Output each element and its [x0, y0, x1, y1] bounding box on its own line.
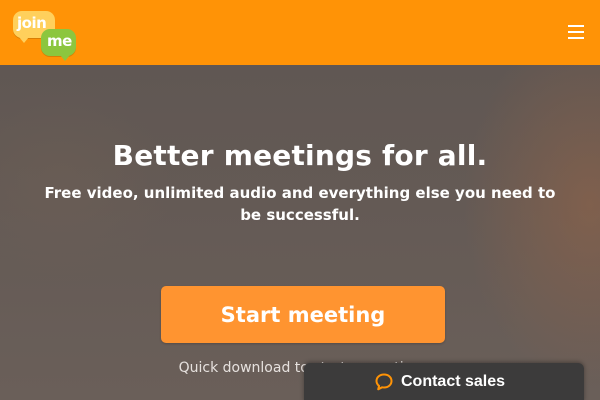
menu-line	[568, 31, 584, 33]
contact-sales-tab[interactable]: Contact sales	[304, 363, 584, 400]
logo-word-me: me	[47, 32, 72, 50]
joinme-logo[interactable]: join me	[13, 11, 77, 61]
hamburger-menu-icon[interactable]	[566, 22, 586, 42]
contact-sales-label: Contact sales	[401, 373, 506, 390]
chat-bubble-icon	[375, 373, 393, 391]
menu-line	[568, 37, 584, 39]
hero-title: Better meetings for all.	[112, 139, 488, 172]
hero-section: Better meetings for all. Free video, unl…	[0, 65, 600, 400]
page: join me Better meetings for all. Free vi…	[0, 0, 600, 400]
hero-subtitle: Free video, unlimited audio and everythi…	[44, 184, 556, 224]
top-header: join me	[0, 0, 600, 65]
start-meeting-button[interactable]: Start meeting	[161, 286, 445, 343]
logo-word-join: join	[17, 14, 47, 32]
menu-line	[568, 25, 584, 27]
